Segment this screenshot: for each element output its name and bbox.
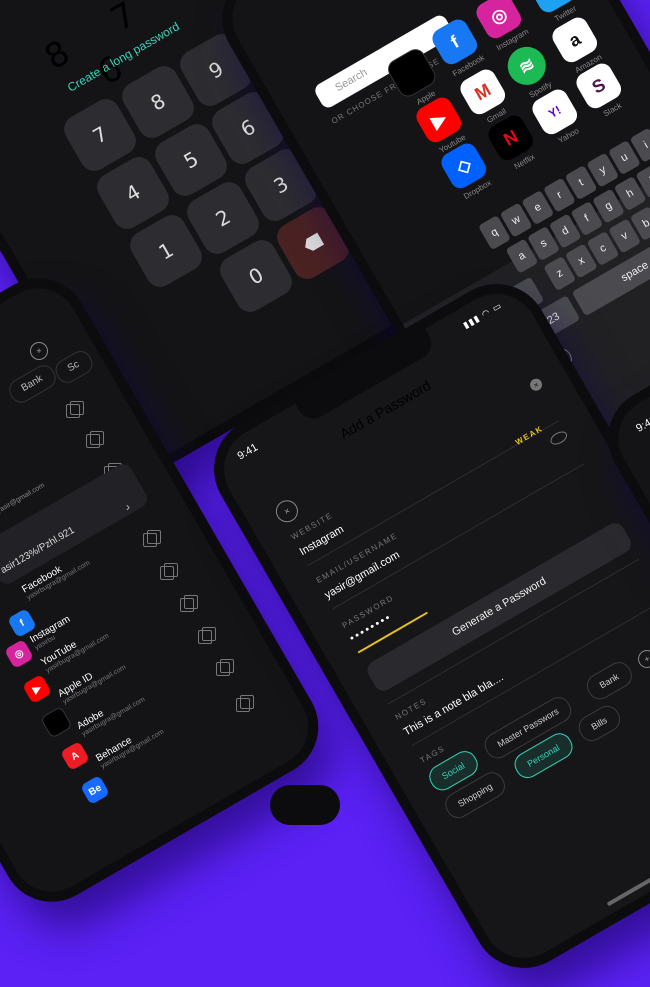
instagram-icon: ◎ <box>4 639 35 670</box>
copy-icon[interactable] <box>198 627 216 644</box>
copy-icon[interactable] <box>180 595 198 612</box>
tab-sc[interactable]: Sc <box>51 347 97 387</box>
chevron-right-icon: › <box>126 500 130 514</box>
generate-password-button[interactable]: Generate a Password <box>363 519 635 695</box>
tab-bank[interactable]: Bank <box>5 361 60 407</box>
add-tag-icon[interactable]: + <box>634 646 650 672</box>
eye-icon[interactable] <box>548 428 570 448</box>
tag-bills[interactable]: Bills <box>574 701 625 746</box>
copy-icon[interactable] <box>66 401 84 418</box>
copy-icon[interactable] <box>160 563 178 580</box>
status-time: 9:41 <box>634 413 650 435</box>
copy-icon[interactable] <box>216 659 234 676</box>
strength-badge: WEAK <box>513 423 545 447</box>
copy-icon[interactable] <box>236 695 254 712</box>
add-icon[interactable]: + <box>30 342 48 360</box>
tag-bank[interactable]: Bank <box>582 657 636 704</box>
bottom-device <box>270 785 340 825</box>
apple-icon <box>40 706 73 739</box>
adobe-icon: A <box>60 741 91 772</box>
home-indicator <box>606 847 650 907</box>
youtube-icon: ▶ <box>22 674 53 705</box>
clear-icon[interactable]: × <box>527 376 545 393</box>
close-icon[interactable]: × <box>271 496 302 527</box>
copy-icon[interactable] <box>143 530 161 547</box>
copy-icon[interactable] <box>86 431 104 448</box>
